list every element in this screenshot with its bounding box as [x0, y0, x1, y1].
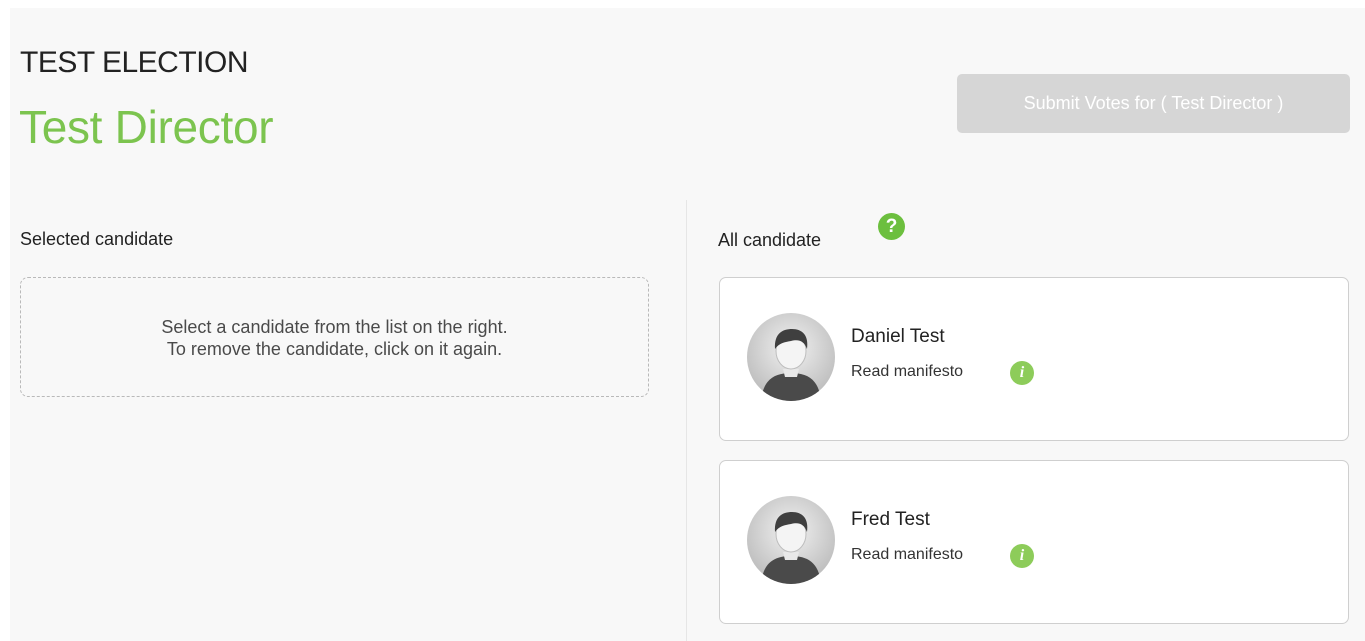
- info-icon[interactable]: i: [1010, 544, 1034, 568]
- question-mark-icon[interactable]: ?: [878, 213, 905, 240]
- submit-votes-button[interactable]: Submit Votes for ( Test Director ): [957, 74, 1350, 133]
- column-divider: [686, 200, 687, 641]
- candidate-name: Daniel Test: [851, 326, 945, 347]
- candidate-name: Fred Test: [851, 509, 930, 530]
- voting-page: TEST ELECTION Test Director Submit Votes…: [10, 8, 1365, 641]
- user-avatar-icon: [747, 496, 835, 584]
- position-title: Test Director: [19, 101, 274, 153]
- all-candidate-label: All candidate: [718, 230, 822, 250]
- read-manifesto-link[interactable]: Read manifesto: [851, 363, 963, 381]
- info-icon[interactable]: i: [1010, 361, 1034, 385]
- candidate-card-fred-test[interactable]: Fred Test Read manifesto i: [719, 460, 1349, 624]
- user-avatar-icon: [747, 313, 835, 401]
- election-title: TEST ELECTION: [20, 46, 249, 79]
- instructions-line-2: To remove the candidate, click on it aga…: [166, 339, 503, 359]
- instructions-line-1: Select a candidate from the list on the …: [161, 317, 508, 337]
- candidate-card-daniel-test[interactable]: Daniel Test Read manifesto i: [719, 277, 1349, 441]
- selected-candidate-label: Selected candidate: [20, 229, 174, 249]
- read-manifesto-link[interactable]: Read manifesto: [851, 546, 963, 564]
- selected-candidate-dropzone[interactable]: Select a candidate from the list on the …: [20, 277, 649, 397]
